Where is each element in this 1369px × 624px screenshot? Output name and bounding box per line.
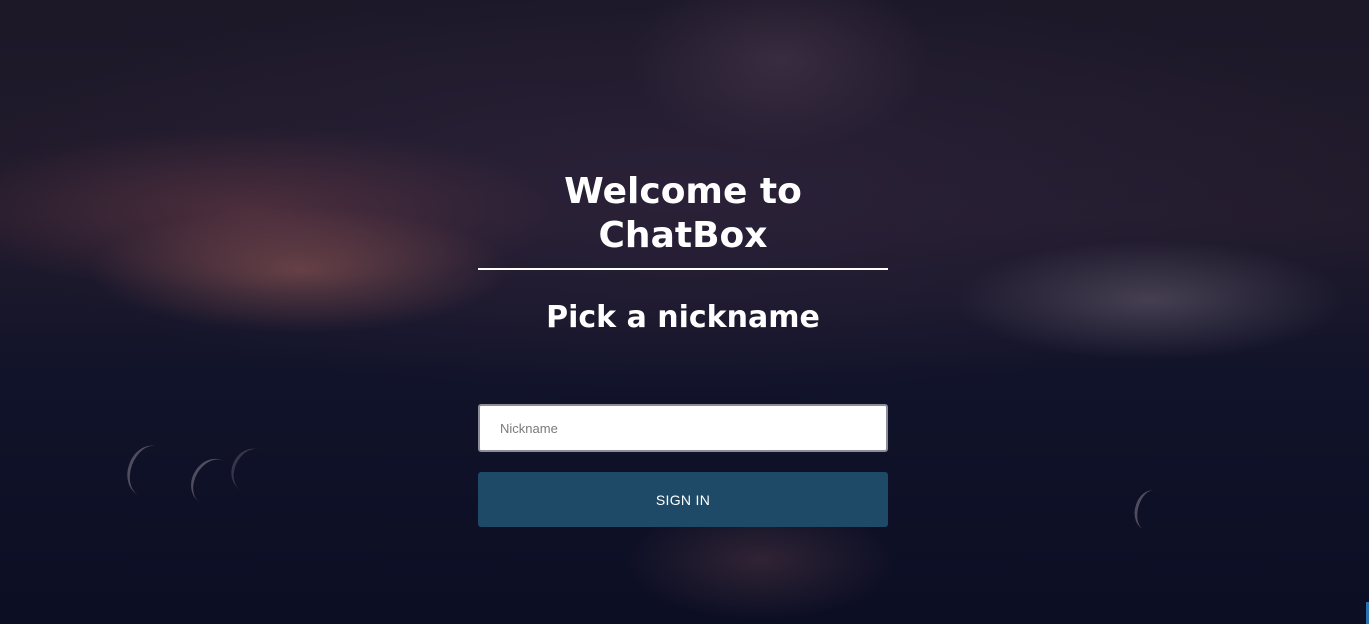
login-panel: Welcome to ChatBox Pick a nickname SIGN …	[478, 160, 888, 527]
nickname-input[interactable]	[478, 404, 888, 452]
page-title: Welcome to ChatBox	[478, 160, 888, 270]
page-subtitle: Pick a nickname	[546, 300, 820, 335]
bokeh-light	[224, 442, 277, 498]
sign-in-button[interactable]: SIGN IN	[478, 472, 888, 527]
bokeh-light	[120, 439, 177, 503]
bokeh-light	[1130, 486, 1169, 534]
